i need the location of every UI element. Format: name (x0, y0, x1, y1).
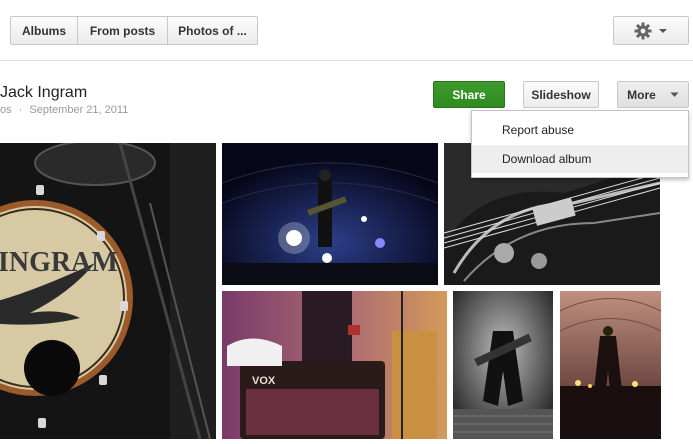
photo-guitarist-stage-image (222, 143, 438, 285)
more-button[interactable]: More (617, 81, 689, 108)
menu-item-report-abuse[interactable]: Report abuse (472, 116, 688, 144)
slideshow-button-label: Slideshow (531, 87, 591, 102)
album-meta: os · September 21, 2011 (0, 104, 128, 116)
more-dropdown-menu: Report abuse Download album (471, 110, 689, 178)
photo-guitarist-lowangle-image (453, 291, 553, 439)
tab-albums-label: Albums (21, 23, 66, 38)
caret-down-icon (670, 92, 679, 97)
tab-from-posts[interactable]: From posts (77, 16, 168, 45)
photo-amp-flag[interactable]: VOX (222, 291, 447, 439)
menu-item-download-album-label: Download album (502, 152, 592, 166)
photo-guitarist-lowangle[interactable] (453, 291, 553, 439)
tab-photos-of[interactable]: Photos of ... (167, 16, 258, 45)
share-button[interactable]: Share (433, 81, 505, 108)
drum-head-text: INGRAM (0, 247, 118, 278)
slideshow-button[interactable]: Slideshow (523, 81, 599, 108)
album-meta-separator: · (18, 104, 23, 116)
settings-button[interactable] (613, 16, 689, 45)
album-date: September 21, 2011 (29, 104, 129, 116)
album-title: Jack Ingram (0, 84, 88, 101)
photo-guitarist-tent-image (560, 291, 661, 439)
menu-item-report-abuse-label: Report abuse (502, 123, 575, 137)
amp-logo-text: VOX (252, 375, 276, 387)
tab-photos-of-label: Photos of ... (178, 23, 247, 38)
album-meta-prefix: os (0, 104, 12, 116)
caret-down-icon (659, 28, 667, 33)
gear-icon (634, 22, 652, 39)
menu-item-download-album[interactable]: Download album (472, 145, 688, 173)
photo-bass-drum-image: INGRAM (0, 143, 216, 439)
tab-from-posts-label: From posts (89, 23, 156, 38)
top-toolbar: Albums From posts Photos of ... (0, 0, 693, 61)
photo-amp-flag-image: VOX (222, 291, 447, 439)
share-button-label: Share (452, 87, 486, 102)
tab-albums[interactable]: Albums (10, 16, 78, 45)
more-button-label: More (627, 87, 656, 102)
photo-bass-drum[interactable]: INGRAM (0, 143, 216, 439)
photo-guitarist-tent[interactable] (560, 291, 661, 439)
photo-guitarist-stage[interactable] (222, 143, 438, 285)
